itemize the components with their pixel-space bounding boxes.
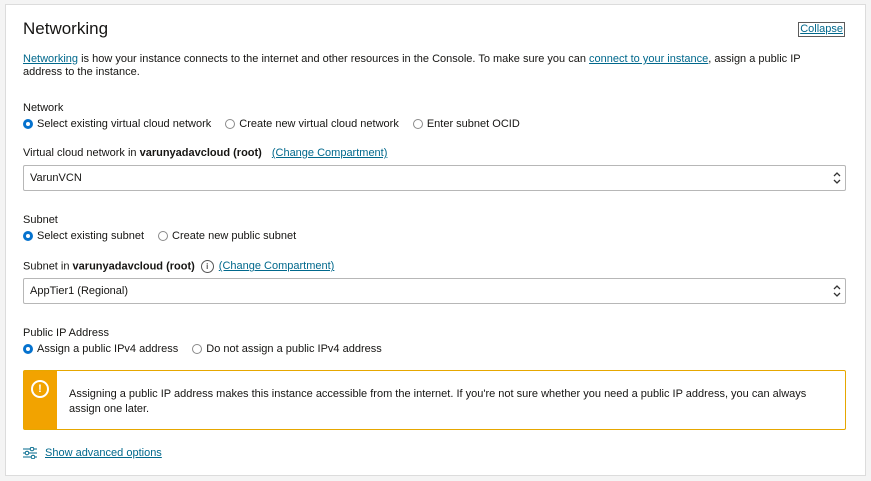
- networking-link[interactable]: Networking: [23, 53, 78, 65]
- subnet-change-compartment-link[interactable]: (Change Compartment): [219, 260, 335, 272]
- info-icon[interactable]: i: [200, 260, 214, 273]
- radio-button[interactable]: [192, 344, 203, 354]
- subnet-compartment-label: Subnet in varunyadavcloud (root) i (Change…: [23, 260, 334, 273]
- warning-banner: ! Assigning a public IP address makes th…: [23, 370, 846, 430]
- subnet-label-prefix: Subnet in: [23, 260, 73, 273]
- connect-instance-link[interactable]: connect to your instance: [589, 53, 708, 65]
- radio-button-selected[interactable]: [23, 119, 33, 129]
- radio-label: Assign a public IPv4 address: [37, 343, 179, 355]
- radio-button-selected[interactable]: [23, 344, 33, 354]
- radio-label: Do not assign a public IPv4 address: [206, 343, 382, 355]
- subnet-compartment: varunyadavcloud (root): [72, 260, 195, 273]
- select-arrows-icon: [833, 172, 841, 184]
- warning-bar: !: [24, 371, 57, 429]
- section-title: Networking: [23, 19, 109, 38]
- radio-enter-subnet-ocid[interactable]: Enter subnet OCID: [412, 118, 520, 130]
- subnet-select[interactable]: AppTier1 (Regional): [23, 278, 846, 304]
- vcn-select-value: VarunVCN: [30, 172, 82, 184]
- radio-create-public-subnet[interactable]: Create new public subnet: [158, 230, 296, 242]
- vcn-label-prefix: Virtual cloud network in: [23, 147, 140, 159]
- radio-assign-public-ip[interactable]: Assign a public IPv4 address: [23, 343, 178, 355]
- subnet-label: Subnet: [23, 214, 58, 226]
- show-advanced-options-link[interactable]: Show advanced options: [45, 447, 162, 459]
- warning-text: Assigning a public IP address makes this…: [69, 388, 807, 415]
- network-label: Network: [23, 102, 64, 114]
- networking-panel: Networking Collapse Networking is how yo…: [5, 4, 866, 476]
- vcn-select[interactable]: VarunVCN: [23, 165, 846, 191]
- intro-text: Networking is how your instance connects…: [23, 53, 823, 79]
- radio-label: Create new virtual cloud network: [239, 118, 399, 130]
- intro-text-part1: is how your instance connects to the int…: [78, 53, 590, 65]
- show-advanced-options[interactable]: Show advanced options: [23, 447, 162, 459]
- sliders-icon: [23, 447, 37, 459]
- radio-label: Select existing virtual cloud network: [37, 118, 212, 130]
- network-radio-group: Select existing virtual cloud network Cr…: [23, 118, 534, 130]
- radio-label: Enter subnet OCID: [426, 118, 520, 130]
- radio-select-existing-vcn[interactable]: Select existing virtual cloud network: [23, 118, 211, 130]
- vcn-label: Virtual cloud network in varunyadavcloud…: [23, 147, 387, 159]
- select-arrows-icon: [833, 285, 841, 297]
- radio-no-public-ip[interactable]: Do not assign a public IPv4 address: [192, 343, 382, 355]
- radio-create-new-vcn[interactable]: Create new virtual cloud network: [225, 118, 399, 130]
- public-ip-radio-group: Assign a public IPv4 address Do not assi…: [23, 343, 396, 355]
- subnet-radio-group: Select existing subnet Create new public…: [23, 230, 310, 242]
- public-ip-label: Public IP Address: [23, 327, 110, 339]
- subnet-select-value: AppTier1 (Regional): [30, 285, 129, 297]
- vcn-compartment: varunyadavcloud (root): [139, 147, 262, 159]
- radio-label: Create new public subnet: [172, 230, 297, 242]
- radio-select-existing-subnet[interactable]: Select existing subnet: [23, 230, 144, 242]
- radio-label: Select existing subnet: [37, 230, 145, 242]
- radio-button-selected[interactable]: [23, 231, 33, 241]
- radio-button[interactable]: [158, 231, 169, 241]
- radio-button[interactable]: [412, 119, 423, 129]
- radio-button[interactable]: [225, 119, 236, 129]
- collapse-button[interactable]: Collapse: [798, 22, 845, 37]
- warning-icon: !: [31, 380, 49, 398]
- vcn-change-compartment-link[interactable]: (Change Compartment): [272, 147, 388, 159]
